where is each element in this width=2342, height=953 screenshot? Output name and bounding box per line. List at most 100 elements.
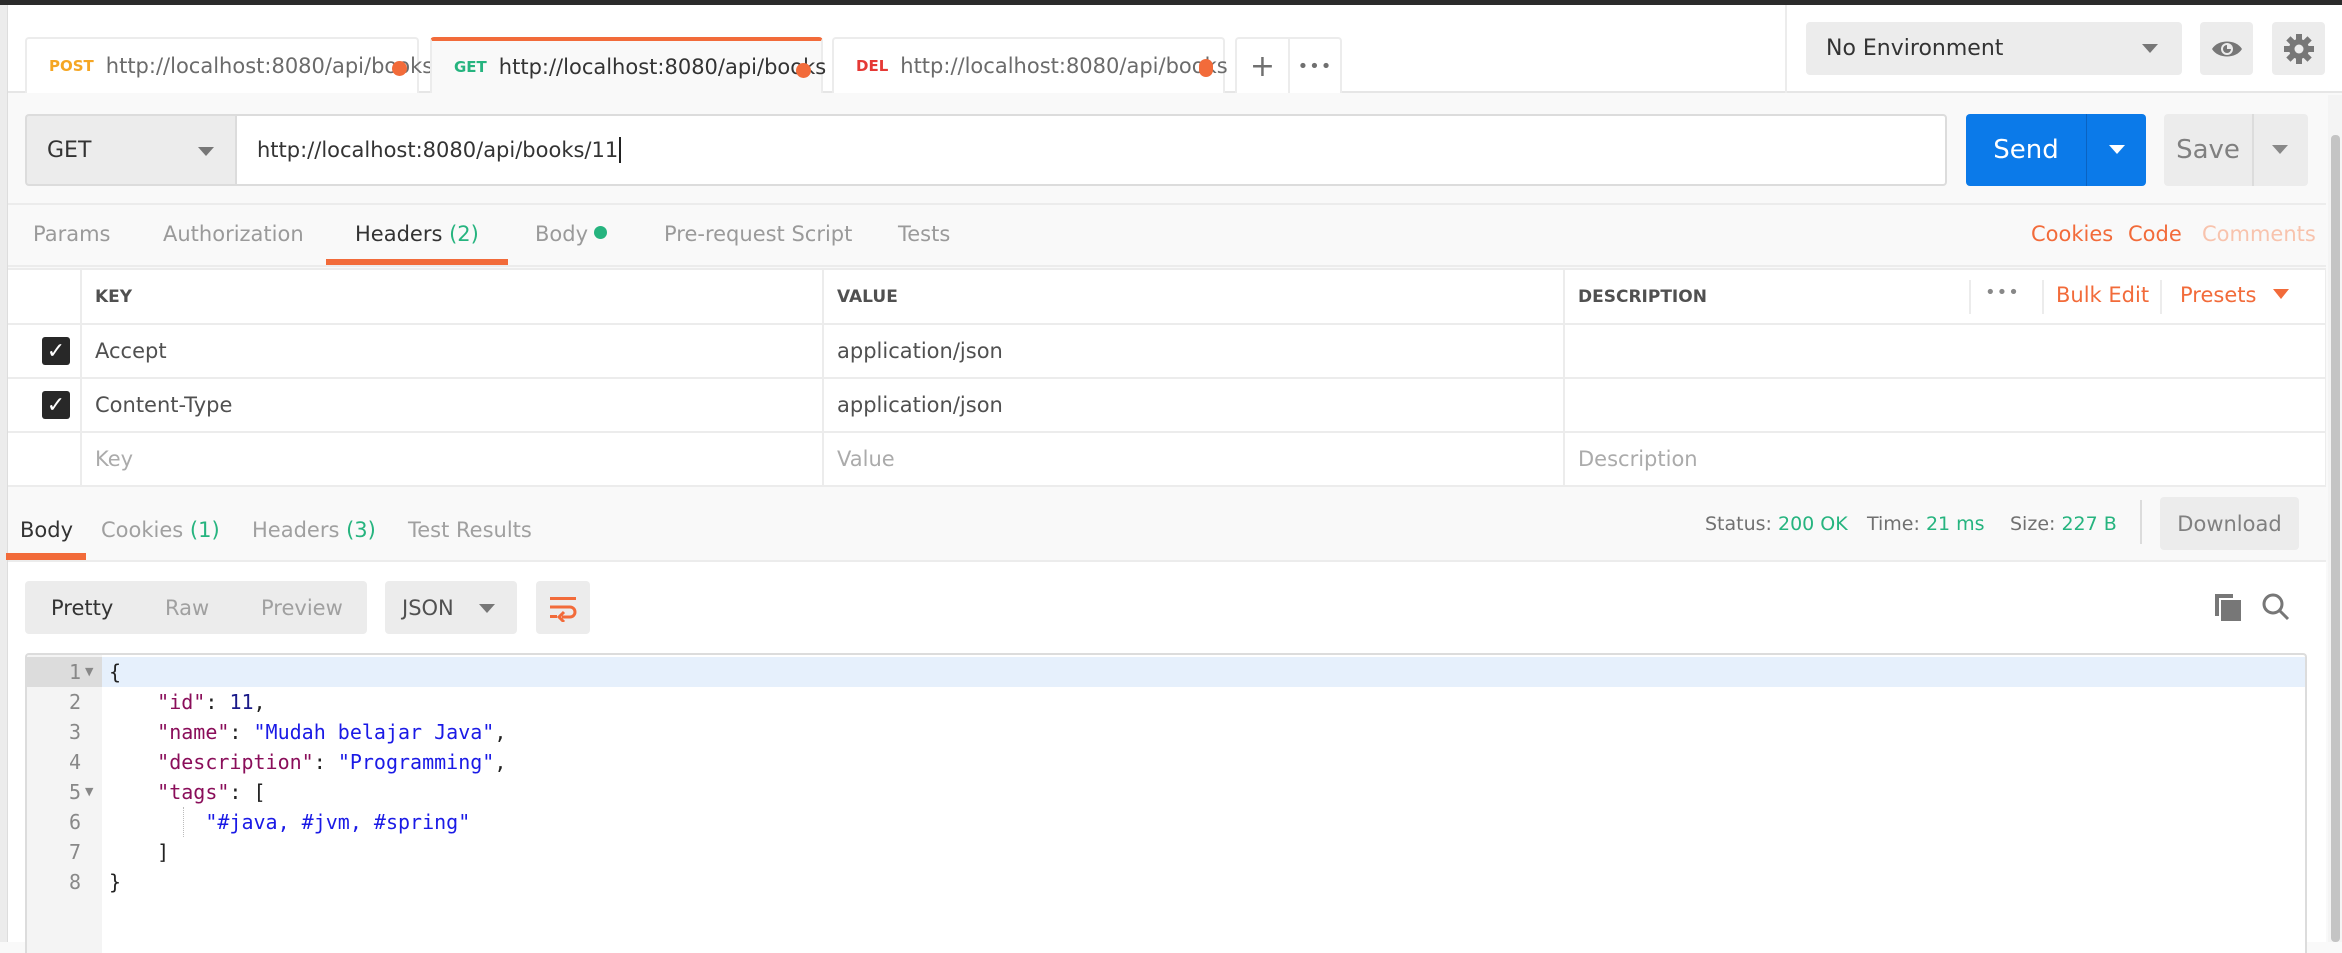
tab-more-button[interactable]: ••• xyxy=(1288,37,1342,93)
tab-authorization[interactable]: Authorization xyxy=(163,222,304,246)
code-line: "description": "Programming", xyxy=(157,750,507,774)
json-key: "description" xyxy=(157,750,314,774)
request-tab-post[interactable]: POST http://localhost:8080/api/books xyxy=(25,37,433,93)
settings-button[interactable] xyxy=(2272,22,2325,75)
tab-url: http://localhost:8080/api/books xyxy=(900,54,1228,78)
tab-params[interactable]: Params xyxy=(33,222,111,246)
save-options-button[interactable] xyxy=(2252,114,2308,186)
json-string: "Programming" xyxy=(337,750,495,774)
header-value-field[interactable]: application/json xyxy=(824,379,1563,431)
request-tab-get[interactable]: GET http://localhost:8080/api/books xyxy=(430,37,827,93)
code-line: { xyxy=(109,657,121,687)
line-number: 1 xyxy=(68,660,81,684)
size-value: 227 B xyxy=(2061,513,2117,535)
gear-icon xyxy=(2283,33,2314,64)
response-tab-body[interactable]: Body xyxy=(20,518,73,542)
code-line: "tags": [ xyxy=(157,780,266,804)
code-link[interactable]: Code xyxy=(2128,222,2182,246)
scrollbar-thumb[interactable] xyxy=(2331,135,2340,942)
url-input[interactable]: http://localhost:8080/api/books/11 xyxy=(235,114,1947,186)
environment-select[interactable]: No Environment xyxy=(1806,22,2182,75)
line-number: 2 xyxy=(68,690,81,714)
key-column-header: KEY xyxy=(82,270,822,323)
eye-icon xyxy=(2211,41,2242,56)
tab-tests[interactable]: Tests xyxy=(898,222,950,246)
line-number: 5 xyxy=(68,780,81,804)
headers-table: KEY VALUE DESCRIPTION ••• Bulk Edit Pres… xyxy=(8,268,2326,487)
json-punct: } xyxy=(109,870,122,894)
view-mode-preview[interactable]: Preview xyxy=(261,596,343,620)
bulk-edit-link[interactable]: Bulk Edit xyxy=(2056,283,2149,307)
new-description-input[interactable]: Description xyxy=(1565,433,2325,485)
checkbox-column-header xyxy=(8,270,80,323)
new-value-input[interactable]: Value xyxy=(824,433,1563,485)
response-size: Size: 227 B xyxy=(2010,513,2117,535)
search-button[interactable] xyxy=(2261,592,2291,626)
header-key-field[interactable]: Accept xyxy=(82,325,822,377)
row-enabled-checkbox[interactable]: ✓ xyxy=(42,391,70,419)
divider xyxy=(2042,280,2044,314)
response-code-editor[interactable]: 1 ▼ 2 3 4 5 ▼ 6 7 8 { "id": 11, "name": … xyxy=(25,653,2307,953)
active-line-highlight xyxy=(102,657,2305,687)
tab-label: Tests xyxy=(898,222,951,246)
comments-link[interactable]: Comments xyxy=(2202,222,2316,246)
tab-label: Params xyxy=(33,222,111,246)
row-enabled-checkbox[interactable]: ✓ xyxy=(42,337,70,365)
method-badge: POST xyxy=(49,57,94,75)
json-punct: { xyxy=(109,660,122,684)
request-tab-del[interactable]: DEL http://localhost:8080/api/books xyxy=(832,37,1228,93)
active-tab-indicator xyxy=(6,553,86,560)
view-mode-pretty[interactable]: Pretty xyxy=(51,596,113,620)
header-description-field[interactable] xyxy=(1565,379,2325,431)
send-label: Send xyxy=(1993,135,2059,165)
presets-dropdown[interactable]: Presets xyxy=(2180,283,2290,307)
tab-headers[interactable]: Headers (2) xyxy=(355,222,479,246)
wrap-lines-button[interactable] xyxy=(536,581,590,634)
tab-pre-request-script[interactable]: Pre-request Script xyxy=(664,222,852,246)
fold-toggle-icon[interactable]: ▼ xyxy=(85,657,93,687)
json-string: "#java, #jvm, #spring" xyxy=(205,810,471,834)
size-label: Size: xyxy=(2010,513,2056,535)
send-button[interactable]: Send xyxy=(1966,114,2146,186)
json-punct: ] xyxy=(157,840,170,864)
response-tab-headers[interactable]: Headers (3) xyxy=(252,518,376,542)
header-description-field[interactable] xyxy=(1565,325,2325,377)
tab-count: (3) xyxy=(346,518,376,542)
row-enabled-cell xyxy=(8,433,80,485)
json-punct: [ xyxy=(253,780,266,804)
row-enabled-cell: ✓ xyxy=(8,379,80,431)
more-icon[interactable]: ••• xyxy=(1985,282,2020,303)
response-tab-cookies[interactable]: Cookies (1) xyxy=(101,518,220,542)
code-line: ] xyxy=(109,837,169,867)
tab-label: Cookies xyxy=(101,518,184,542)
tab-url: http://localhost:8080/api/books xyxy=(498,55,827,79)
text-cursor xyxy=(619,137,622,163)
response-tab-test-results[interactable]: Test Results xyxy=(408,518,532,542)
tab-body[interactable]: Body xyxy=(535,222,608,246)
copy-button[interactable] xyxy=(2213,592,2243,626)
send-options-button[interactable] xyxy=(2086,114,2146,186)
chevron-down-icon xyxy=(198,147,214,156)
new-key-input[interactable]: Key xyxy=(82,433,822,485)
header-key-field[interactable]: Content-Type xyxy=(82,379,822,431)
divider xyxy=(1969,280,1971,314)
fold-toggle-icon[interactable]: ▼ xyxy=(85,777,93,807)
header-value-field[interactable]: application/json xyxy=(824,325,1563,377)
chevron-down-icon xyxy=(2142,44,2158,53)
divider xyxy=(1785,5,1787,93)
view-mode-raw[interactable]: Raw xyxy=(165,596,209,620)
code-line: "id": 11, xyxy=(157,690,266,714)
code-line: "#java, #jvm, #spring" xyxy=(109,807,470,837)
divider xyxy=(2140,500,2142,544)
url-value: http://localhost:8080/api/books/11 xyxy=(257,138,619,162)
new-tab-button[interactable]: + xyxy=(1235,37,1290,93)
download-button[interactable]: Download xyxy=(2160,497,2299,550)
environment-quick-look-button[interactable] xyxy=(2200,22,2253,75)
cookies-link[interactable]: Cookies xyxy=(2031,222,2113,246)
json-key: "tags" xyxy=(157,780,230,804)
format-select[interactable]: JSON xyxy=(385,581,517,634)
response-time: Time: 21 ms xyxy=(1867,513,1985,535)
save-button[interactable]: Save xyxy=(2164,114,2308,186)
body-indicator-dot-icon xyxy=(594,226,608,239)
method-select[interactable]: GET xyxy=(25,114,236,186)
